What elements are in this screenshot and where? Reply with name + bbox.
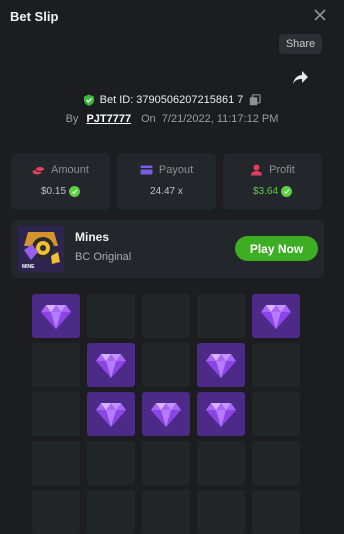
gem-tile [87,392,135,436]
copy-icon[interactable] [249,94,261,106]
share-icon[interactable] [290,68,310,88]
header: Bet Slip [0,0,344,34]
gem-icon [206,403,236,427]
stat-payout-label: Payout [158,164,194,176]
game-thumbnail[interactable]: MINE [18,226,64,272]
mine-tile [32,343,80,387]
share-tooltip: Share [279,34,322,54]
mine-tile [87,441,135,485]
mine-tile [252,441,300,485]
mine-tile [197,294,245,338]
gem-icon [96,403,126,427]
mine-tile [197,441,245,485]
gem-icon [206,354,236,378]
bet-datetime: 7/21/2022, 11:17:12 PM [161,113,279,125]
by-label: By [65,113,79,125]
gem-tile [32,294,80,338]
mine-tile [87,294,135,338]
play-now-button[interactable]: Play Now [235,236,318,261]
stat-payout-value: 24.47 x [150,186,183,197]
mine-tile [142,441,190,485]
stat-profit-label-wrap: Profit [223,164,322,176]
stat-profit-value: $3.64 [252,186,279,197]
stat-profit-label: Profit [269,164,295,176]
stat-profit-value-wrap: $3.64 [223,186,322,197]
mine-tile [142,294,190,338]
stat-profit: Profit $3.64 [223,153,322,210]
bettor-row: By PJT7777 On 7/21/2022, 11:17:12 PM [0,111,344,127]
gem-tile [87,343,135,387]
stat-payout-label-wrap: Payout [117,164,216,176]
gem-tile [252,294,300,338]
game-provider: BC Original [75,251,132,263]
coins-icon [32,166,46,175]
gem-tile [142,392,190,436]
mine-tile [142,343,190,387]
mine-tile [32,490,80,534]
mine-tile [252,343,300,387]
mine-tile [32,392,80,436]
mines-board [32,294,302,534]
gem-icon [41,305,71,329]
mine-tile [252,490,300,534]
gem-tile [197,392,245,436]
currency-coin-icon [281,186,293,197]
stat-amount-label-wrap: Amount [11,164,110,176]
profit-icon [251,164,263,176]
mine-tile [142,490,190,534]
game-card: MINE Mines BC Original Play Now [11,220,324,278]
stat-amount-value-wrap: $0.15 [11,186,110,197]
game-name: Mines [75,230,110,244]
username-link[interactable]: PJT7777 [86,113,131,125]
gem-tile [197,343,245,387]
stat-payout-value-wrap: 24.47 x [117,186,216,197]
gem-icon [96,354,126,378]
stat-amount-value: $0.15 [40,186,67,197]
thumb-text: MINE [22,264,35,270]
wallet-icon [140,165,153,175]
mine-tile [32,441,80,485]
gem-icon [151,403,181,427]
stat-amount-label: Amount [51,164,89,176]
bet-id: Bet ID: 3790506207215861 7 [99,94,244,106]
currency-coin-icon [69,186,81,197]
mine-tile [197,490,245,534]
bet-id-row: Bet ID: 3790506207215861 7 [0,92,344,108]
mine-tile [87,490,135,534]
stat-amount: Amount $0.15 [11,153,110,210]
stat-payout: Payout 24.47 x [117,153,216,210]
mines-logo-icon: MINE [18,226,64,272]
page-title: Bet Slip [10,9,59,24]
gem-icon [261,305,291,329]
mine-tile [252,392,300,436]
close-icon[interactable] [313,8,327,22]
on-label: On [141,113,156,125]
bet-stats: Amount $0.15 Payout 24.47 x Profit $3.64 [11,153,325,210]
shield-check-icon [83,94,94,106]
